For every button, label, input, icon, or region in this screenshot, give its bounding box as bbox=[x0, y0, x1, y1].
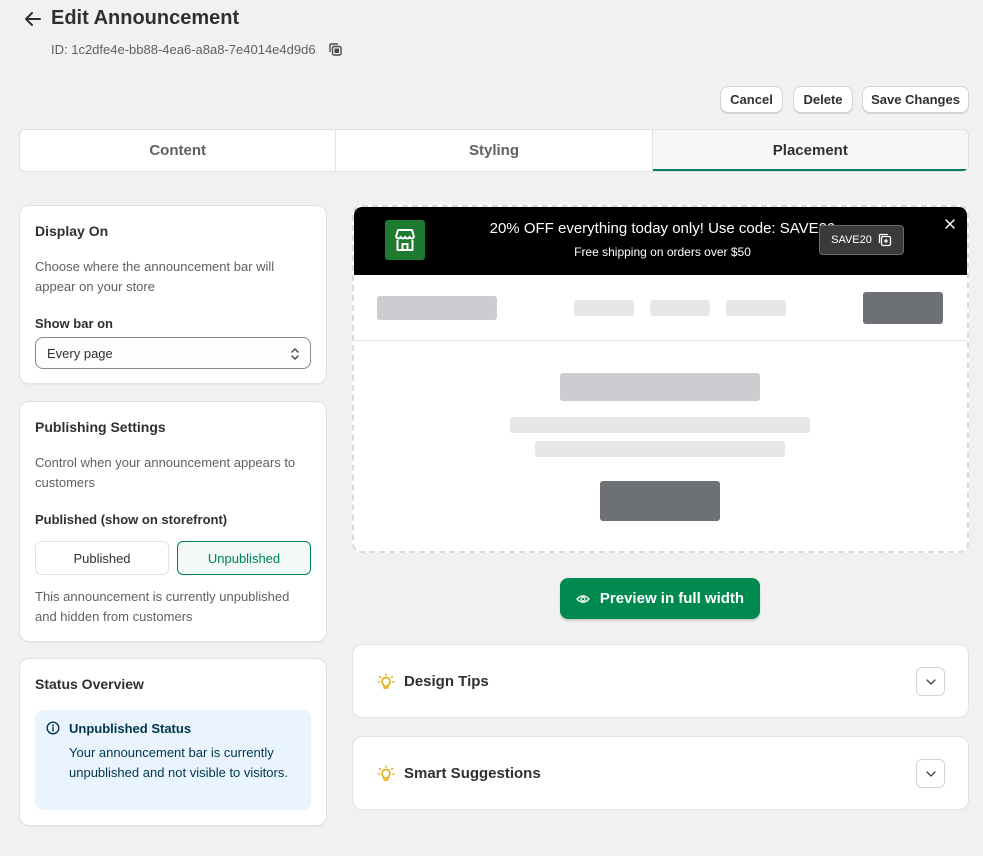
info-icon bbox=[46, 721, 60, 735]
publishing-note: This announcement is currently unpublish… bbox=[35, 589, 290, 624]
publishing-settings-title: Publishing Settings bbox=[35, 419, 166, 435]
preview-full-width-label: Preview in full width bbox=[599, 590, 745, 607]
published-option[interactable]: Published bbox=[35, 541, 169, 575]
delete-button[interactable]: Delete bbox=[793, 86, 853, 113]
mock-nav-placeholder bbox=[574, 300, 634, 316]
mock-nav-placeholder bbox=[726, 300, 786, 316]
preview-full-width-button[interactable]: Preview in full width bbox=[560, 578, 760, 619]
save-changes-button[interactable]: Save Changes bbox=[862, 86, 969, 113]
chevron-up-down-icon bbox=[291, 348, 299, 360]
design-tips-title: Design Tips bbox=[404, 673, 489, 690]
announcement-sub-text-value: Free shipping on orders over $50 bbox=[574, 245, 751, 259]
design-tips-toggle[interactable] bbox=[916, 667, 945, 696]
cancel-button[interactable]: Cancel bbox=[720, 86, 783, 113]
tab-styling[interactable]: Styling bbox=[336, 130, 653, 171]
announcement-id-text: ID: 1c2dfe4e-bb88-4ea6-a8a8-7e4014e4d9d6 bbox=[51, 41, 316, 57]
smart-suggestions-toggle[interactable] bbox=[916, 759, 945, 788]
mock-logo-placeholder bbox=[377, 296, 497, 320]
mock-divider bbox=[354, 340, 967, 341]
eye-icon bbox=[576, 594, 590, 603]
chevron-down-icon bbox=[925, 770, 936, 777]
show-bar-on-select[interactable]: Every page bbox=[35, 337, 311, 369]
tab-content[interactable]: Content bbox=[20, 130, 337, 171]
announcement-main-text-value: 20% OFF everything today only! Use code:… bbox=[489, 220, 836, 237]
tab-bar: Content Styling Placement bbox=[19, 129, 969, 172]
tab-placement[interactable]: Placement bbox=[652, 130, 968, 171]
copy-icon bbox=[329, 42, 342, 56]
page-title: Edit Announcement bbox=[51, 7, 240, 29]
mock-button-placeholder bbox=[863, 292, 943, 324]
status-banner-text: Your announcement bar is currently unpub… bbox=[69, 745, 288, 780]
chevron-down-icon bbox=[925, 678, 936, 685]
status-banner-title: Unpublished Status bbox=[69, 721, 192, 736]
publishing-settings-description: Control when your announcement appears t… bbox=[35, 455, 296, 490]
back-button[interactable] bbox=[22, 8, 44, 30]
close-icon[interactable] bbox=[943, 217, 957, 231]
copy-plus-icon bbox=[878, 233, 892, 247]
arrow-left-icon bbox=[25, 12, 41, 26]
display-on-description: Choose where the announcement bar will a… bbox=[35, 259, 275, 294]
mock-cta-placeholder bbox=[600, 481, 720, 521]
status-overview-card: Status Overview Unpublished Status Your … bbox=[19, 658, 327, 826]
announcement-bar: 20% OFF everything today only! Use code:… bbox=[354, 207, 967, 275]
mock-heading-placeholder bbox=[560, 373, 760, 401]
display-on-card: Display On Choose where the announcement… bbox=[19, 205, 327, 384]
unpublished-option[interactable]: Unpublished bbox=[177, 541, 311, 575]
lightbulb-icon bbox=[377, 673, 395, 689]
mock-text-placeholder bbox=[535, 441, 785, 457]
publishing-settings-card: Publishing Settings Control when your an… bbox=[19, 401, 327, 642]
published-label: Published (show on storefront) bbox=[35, 512, 228, 527]
design-tips-accordion[interactable]: Design Tips bbox=[352, 644, 969, 718]
lightbulb-icon bbox=[377, 765, 395, 781]
announcement-preview: 20% OFF everything today only! Use code:… bbox=[352, 205, 969, 553]
status-banner: Unpublished Status Your announcement bar… bbox=[35, 710, 311, 810]
display-on-title: Display On bbox=[35, 223, 109, 239]
smart-suggestions-title: Smart Suggestions bbox=[404, 765, 541, 782]
mock-nav-placeholder bbox=[650, 300, 710, 316]
mock-text-placeholder bbox=[510, 417, 810, 433]
discount-code: SAVE20 bbox=[831, 234, 872, 246]
show-bar-on-label: Show bar on bbox=[35, 316, 113, 331]
smart-suggestions-accordion[interactable]: Smart Suggestions bbox=[352, 736, 969, 810]
announcement-id: ID: 1c2dfe4e-bb88-4ea6-a8a8-7e4014e4d9d6 bbox=[51, 41, 344, 57]
status-overview-title: Status Overview bbox=[35, 676, 144, 692]
show-bar-on-value: Every page bbox=[47, 345, 113, 361]
copy-id-button[interactable] bbox=[328, 41, 344, 57]
copy-code-button[interactable]: SAVE20 bbox=[819, 225, 904, 255]
